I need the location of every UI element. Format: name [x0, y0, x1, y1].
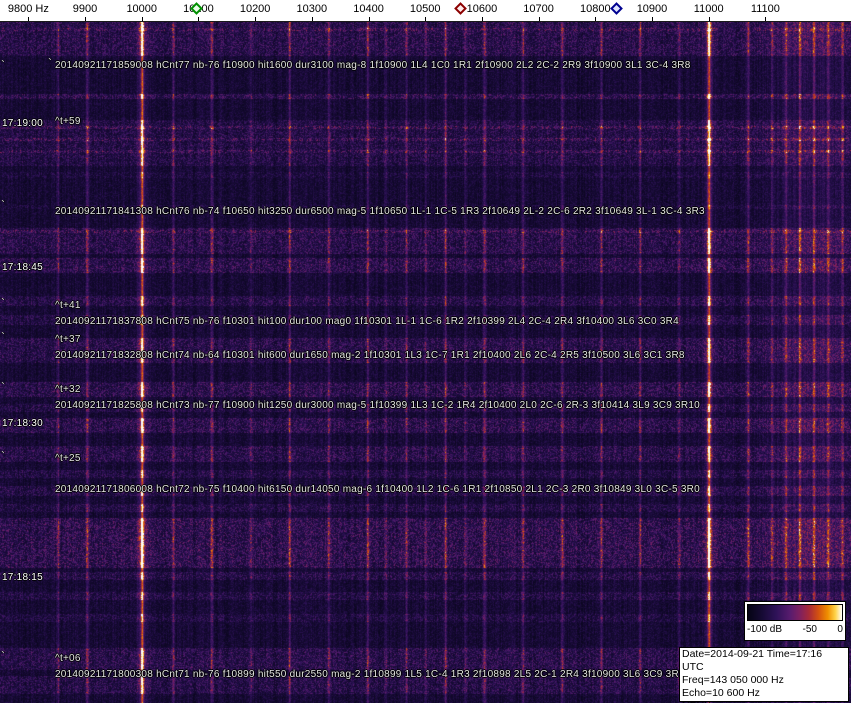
freq-tick-label-10000: 10000	[126, 3, 158, 15]
freq-tick-mark	[255, 17, 257, 21]
freq-tick-label-10500: 10500	[409, 3, 441, 15]
freq-tick-label-9900: 9900	[72, 3, 98, 15]
freq-tick-label-10200: 10200	[239, 3, 271, 15]
freq-tick-label-10800: 10800	[580, 3, 611, 15]
freq-tick-label-11100: 11100	[750, 3, 780, 15]
colorbar-min-label: -100 dB	[747, 624, 783, 635]
info-echo-line: Echo=10 600 Hz	[682, 687, 760, 699]
freq-tick-label-10600: 10600	[466, 3, 498, 15]
freq-tick-label-10300: 10300	[296, 3, 328, 15]
info-freq-line: Freq=143 050 000 Hz	[682, 674, 784, 686]
freq-tick-label-11000: 11000	[693, 3, 724, 15]
freq-tick-label-10700: 10700	[523, 3, 554, 15]
frequency-axis: 9800 Hz990010000101001020010300104001050…	[0, 0, 851, 22]
freq-tick-mark	[198, 17, 200, 21]
spectrogram-waterfall-canvas	[0, 22, 851, 703]
freq-tick-label-10400: 10400	[353, 3, 384, 15]
info-box: Date=2014-09-21 Time=17:16 UTC Freq=143 …	[679, 647, 849, 703]
info-date-line: Date=2014-09-21 Time=17:16 UTC	[682, 648, 823, 673]
freq-tick-mark	[141, 17, 143, 21]
freq-tick-mark	[425, 17, 427, 21]
freq-tick-mark	[311, 17, 313, 21]
freq-tick-mark	[765, 17, 767, 21]
freq-tick-mark	[368, 17, 370, 21]
red-diamond-marker[interactable]	[454, 2, 467, 15]
freq-tick-mark	[85, 17, 87, 21]
colorbar-max-label: 0	[837, 624, 843, 635]
freq-tick-label-9800: 9800 Hz	[7, 3, 49, 15]
freq-tick-label-10900: 10900	[636, 3, 668, 15]
freq-tick-mark	[708, 17, 710, 21]
colorbar-gradient	[747, 604, 843, 621]
colorbar-mid-label: -50	[802, 624, 817, 635]
spectrogram-app: 9800 Hz990010000101001020010300104001050…	[0, 0, 851, 703]
freq-tick-mark	[651, 17, 653, 21]
freq-tick-mark	[595, 17, 597, 21]
colorbar-panel: -100 dB -50 0	[744, 601, 846, 641]
freq-tick-mark	[28, 17, 30, 21]
blue-diamond-marker[interactable]	[610, 2, 623, 15]
freq-tick-mark	[538, 17, 540, 21]
colorbar-labels: -100 dB -50 0	[747, 624, 843, 635]
freq-tick-mark	[481, 17, 483, 21]
